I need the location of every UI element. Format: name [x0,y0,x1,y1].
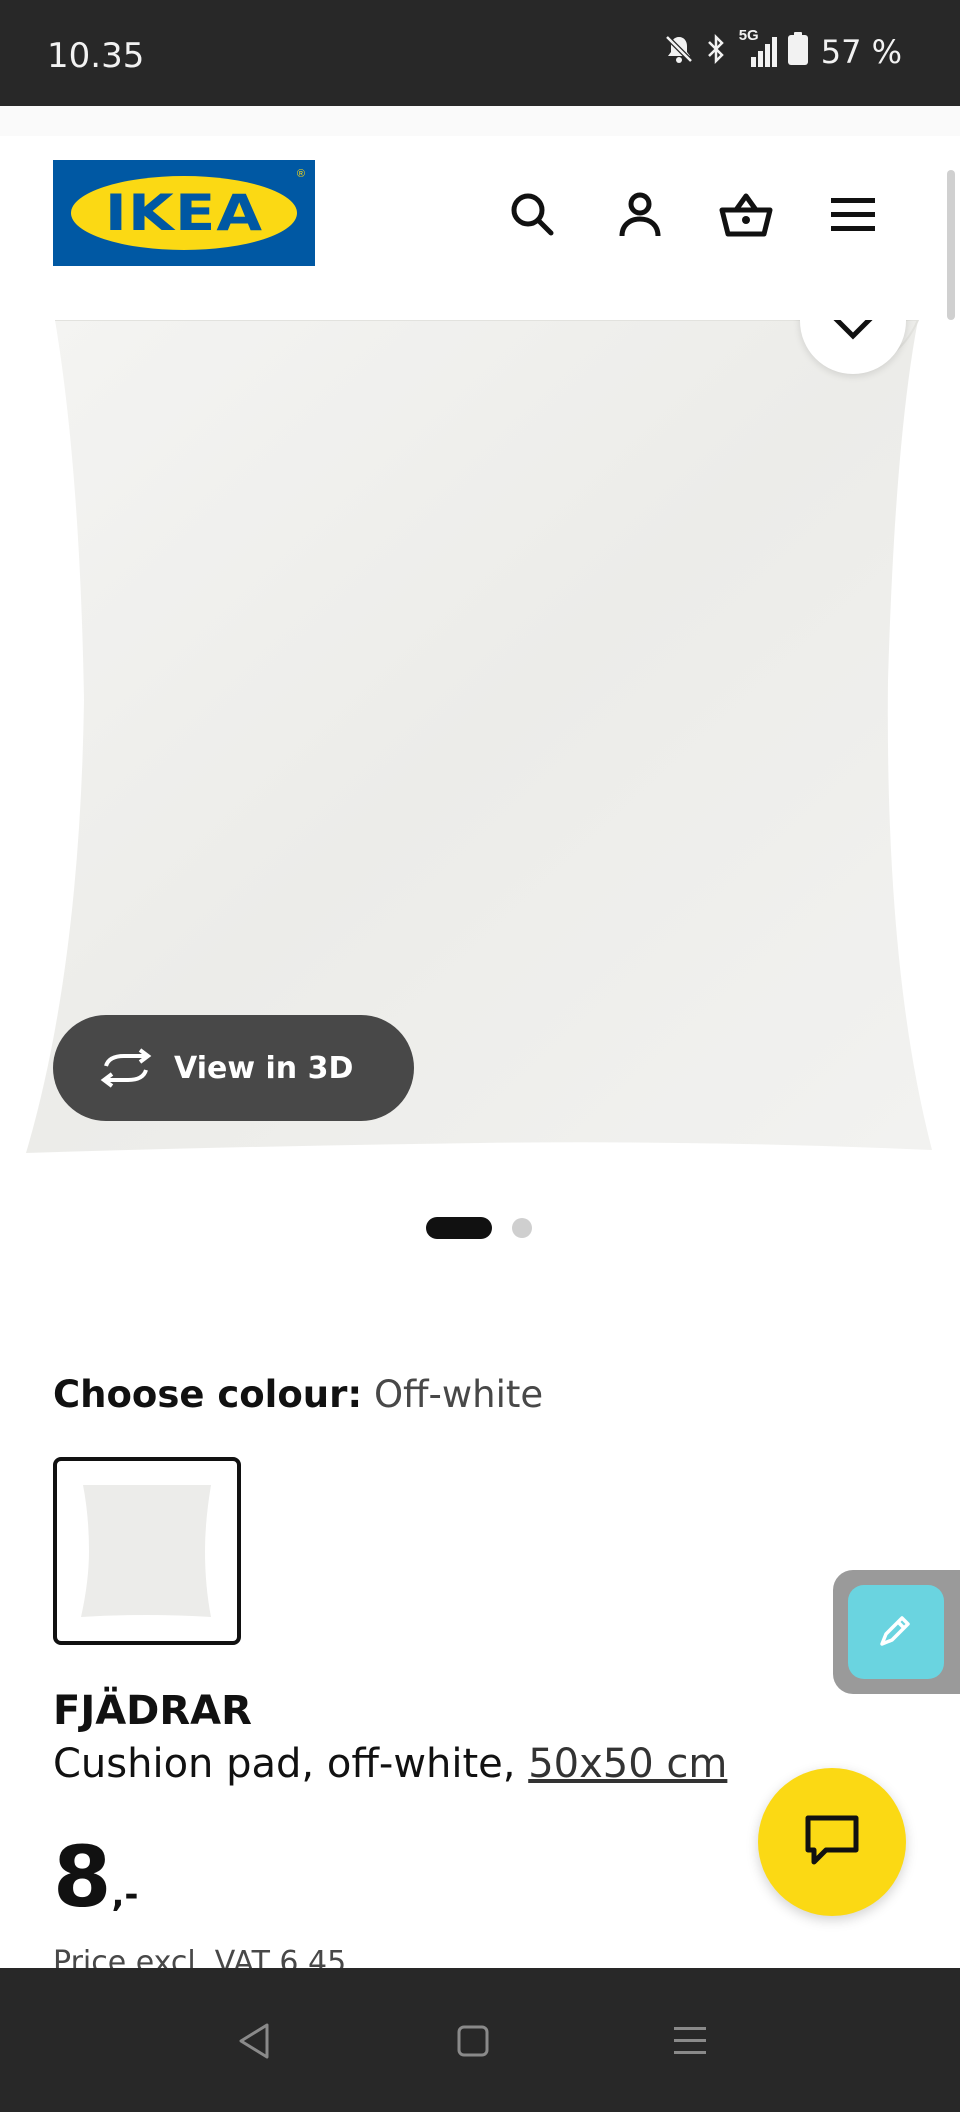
signal-icon: 5G [737,27,777,69]
menu-button[interactable] [821,184,885,248]
nav-back-button[interactable] [228,2018,278,2068]
pen-icon [876,1610,916,1655]
view-3d-button[interactable]: View in 3D [53,1015,414,1121]
carousel-dot-active[interactable] [426,1217,492,1239]
price-suffix: ,- [111,1875,139,1915]
bluetooth-icon [705,33,727,70]
size-link[interactable]: 50x50 cm [528,1741,727,1787]
basket-button[interactable] [714,184,778,248]
colour-selector: Choose colour: Off-white [53,1373,543,1416]
edit-tool-tab[interactable] [833,1570,960,1694]
product-price: 8,- [53,1828,138,1926]
status-icons: 5G 57 % [663,27,902,71]
account-button[interactable] [608,184,672,248]
status-time: 10.35 [47,36,145,76]
status-bar: 10.35 5G 57 % [0,0,960,106]
registered-mark: ® [296,168,305,180]
swatch-cushion-thumbnail [81,1485,211,1617]
nav-home-button[interactable] [448,2018,498,2068]
rotate-3d-icon [98,1048,154,1088]
carousel-dot[interactable] [512,1218,532,1238]
carousel-indicator [0,1217,960,1239]
colour-value: Off-white [373,1373,544,1416]
android-nav-bar [0,1968,960,2112]
chat-icon [804,1814,860,1871]
recents-icon [670,2023,710,2064]
account-icon [616,190,664,243]
scrollbar[interactable] [947,170,955,320]
logo-text: IKEA [104,184,264,242]
search-button[interactable] [500,184,564,248]
site-header: IKEA ® [0,136,960,320]
mute-icon [663,33,695,70]
header-spacer [0,106,960,136]
home-icon [455,2023,491,2064]
network-type: 5G [738,26,759,44]
battery-icon [787,32,809,71]
menu-icon [830,194,876,239]
colour-swatch-off-white[interactable] [53,1457,241,1645]
logo-ellipse: IKEA [71,176,297,250]
view-3d-label: View in 3D [174,1050,354,1086]
chat-button[interactable] [758,1768,906,1916]
back-icon [235,2021,271,2066]
basket-icon [718,190,774,243]
edit-tool-button[interactable] [848,1585,944,1679]
product-type: Cushion pad, off-white, [53,1741,516,1787]
search-icon [509,191,555,242]
ikea-logo[interactable]: IKEA ® [53,160,315,266]
battery-percent: 57 % [820,32,902,71]
nav-recents-button[interactable] [665,2018,715,2068]
product-description: Cushion pad, off-white, 50x50 cm [53,1741,727,1787]
colour-label: Choose colour: [53,1373,363,1416]
price-main: 8 [53,1828,112,1926]
product-name: FJÄDRAR [53,1688,252,1734]
